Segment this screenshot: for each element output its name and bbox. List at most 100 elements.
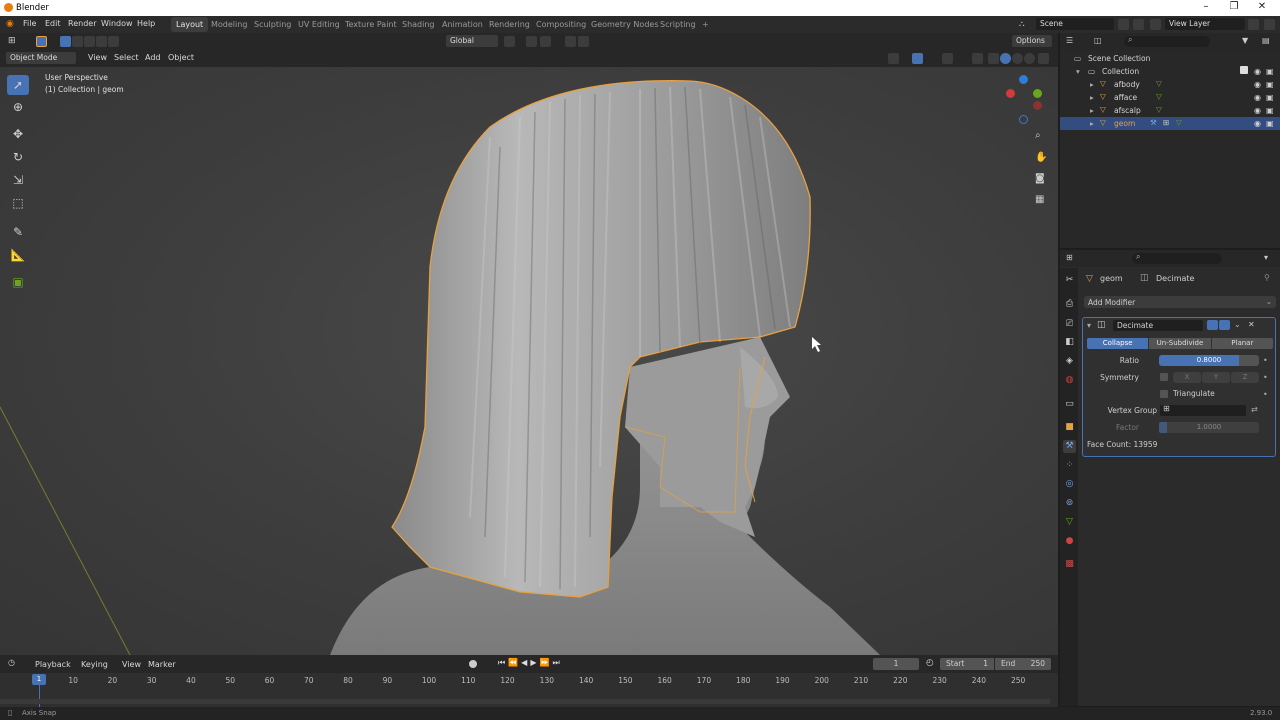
properties-editor-type-icon[interactable]: ⊞ <box>1066 253 1077 264</box>
mode-difference-icon[interactable] <box>96 36 107 47</box>
render-camera-icon[interactable]: ▣ <box>1266 106 1274 115</box>
collapse-panel-icon[interactable]: ▾ <box>1087 321 1091 330</box>
outliner-row-scene-collection[interactable]: ▭ Scene Collection <box>1060 52 1280 65</box>
new-collection-icon[interactable]: ▤ <box>1262 36 1273 47</box>
menu-file[interactable]: File <box>23 19 36 28</box>
preview-range-icon[interactable]: ◴ <box>926 658 934 668</box>
outliner-row-afbody[interactable]: ▸ ▽ afbody ▽ ◉ ▣ <box>1060 78 1280 91</box>
select-box-tool-icon[interactable] <box>36 36 47 47</box>
factor-slider[interactable]: 1.0000 <box>1159 422 1259 433</box>
xray-toggle-icon[interactable] <box>972 53 983 64</box>
tab-animation[interactable]: Animation <box>437 17 488 32</box>
render-camera-icon[interactable]: ▣ <box>1266 93 1274 102</box>
menu-help[interactable]: Help <box>137 19 155 28</box>
snap-target-icon[interactable] <box>540 36 551 47</box>
delete-scene-icon[interactable] <box>1133 19 1144 30</box>
filter-icon[interactable]: ▼ <box>1242 36 1253 47</box>
restore-icon[interactable]: ❐ <box>1224 1 1244 12</box>
tab-geometry-nodes[interactable]: Geometry Nodes <box>586 17 663 32</box>
gizmo-y-axis-icon[interactable] <box>1033 89 1042 98</box>
jump-end-icon[interactable]: ⏭ <box>552 658 562 667</box>
scale-tool-icon[interactable]: ⇲ <box>7 170 29 190</box>
keyframe-dot-icon[interactable]: • <box>1263 356 1268 365</box>
data-tab-icon[interactable]: ▽ <box>1063 516 1076 529</box>
end-frame-field[interactable]: End 250 <box>995 658 1051 670</box>
timeline-editor-type-icon[interactable]: ◷ <box>8 658 19 669</box>
delete-view-layer-icon[interactable] <box>1264 19 1275 30</box>
show-in-viewport-icon[interactable] <box>1207 320 1218 330</box>
outliner-editor-type-icon[interactable]: ☰ <box>1066 36 1077 47</box>
mode-intersect-icon[interactable] <box>108 36 119 47</box>
snap-icon[interactable] <box>526 36 537 47</box>
material-preview-icon[interactable] <box>1012 53 1023 64</box>
view-layer-selector[interactable]: View Layer <box>1165 18 1245 30</box>
collection-tab-icon[interactable]: ▭ <box>1063 398 1076 411</box>
minimize-icon[interactable]: – <box>1196 1 1216 12</box>
exclude-checkbox[interactable] <box>1240 66 1248 74</box>
physics-tab-icon[interactable]: ◎ <box>1063 478 1076 491</box>
shading-options-icon[interactable] <box>1038 53 1049 64</box>
jump-start-icon[interactable]: ⏮ <box>498 658 508 667</box>
scene-tab-icon[interactable]: ◈ <box>1063 355 1076 368</box>
tab-rendering[interactable]: Rendering <box>484 17 535 32</box>
menu-marker[interactable]: Marker <box>148 660 176 669</box>
constraints-tab-icon[interactable]: ⊚ <box>1063 497 1076 510</box>
keyframe-dot-icon[interactable]: • <box>1263 373 1268 382</box>
mode-subtract-icon[interactable] <box>84 36 95 47</box>
menu-select[interactable]: Select <box>114 53 139 62</box>
proportional-edit-icon[interactable] <box>565 36 576 47</box>
tab-sculpting[interactable]: Sculpting <box>249 17 296 32</box>
triangulate-checkbox[interactable] <box>1160 390 1168 398</box>
outliner-search-input[interactable]: ⌕ <box>1124 35 1210 47</box>
add-cube-tool-icon[interactable]: ▣ <box>7 272 29 292</box>
wireframe-shading-icon[interactable] <box>988 53 999 64</box>
play-reverse-icon[interactable]: ◀ <box>521 658 530 667</box>
blender-menu-icon[interactable]: ◉ <box>6 19 14 29</box>
world-tab-icon[interactable]: ◍ <box>1063 374 1076 387</box>
symmetry-axis-z[interactable]: Z <box>1231 372 1259 383</box>
start-frame-field[interactable]: Start 1 <box>940 658 994 670</box>
record-icon[interactable] <box>469 660 477 668</box>
current-frame-field[interactable]: 1 <box>873 658 919 670</box>
scene-selector[interactable]: Scene <box>1036 18 1114 30</box>
tab-texture-paint[interactable]: Texture Paint <box>340 17 402 32</box>
render-camera-icon[interactable]: ▣ <box>1266 119 1274 128</box>
overlays-toggle-icon[interactable] <box>942 53 953 64</box>
menu-add[interactable]: Add <box>145 53 161 62</box>
pivot-point-icon[interactable] <box>504 36 515 47</box>
proportional-falloff-icon[interactable] <box>578 36 589 47</box>
menu-view[interactable]: View <box>88 53 107 62</box>
rotate-tool-icon[interactable]: ↻ <box>7 147 29 167</box>
expand-arrow-icon[interactable]: ▸ <box>1090 106 1094 115</box>
gizmo-x-axis-icon[interactable] <box>1006 89 1015 98</box>
object-mode-dropdown[interactable]: Object Mode <box>6 52 76 64</box>
output-tab-icon[interactable]: ⎚ <box>1063 318 1076 331</box>
tab-uv-editing[interactable]: UV Editing <box>293 17 345 32</box>
visibility-eye-icon[interactable]: ◉ <box>1254 80 1261 89</box>
modifier-name-input[interactable]: Decimate <box>1113 320 1203 331</box>
select-tool-icon[interactable]: ➚ <box>7 75 29 95</box>
particles-tab-icon[interactable]: ⁘ <box>1063 459 1076 472</box>
tab-modeling[interactable]: Modeling <box>206 17 252 32</box>
new-view-layer-icon[interactable] <box>1248 19 1259 30</box>
modifier-menu-chevron-icon[interactable]: ⌄ <box>1234 320 1241 329</box>
visibility-eye-icon[interactable]: ◉ <box>1254 67 1261 76</box>
object-tab-icon[interactable]: ■ <box>1063 421 1076 434</box>
ratio-slider[interactable]: 0.8000 <box>1159 355 1259 366</box>
editor-type-icon[interactable]: ⊞ <box>8 36 19 47</box>
view-layer-tab-icon[interactable]: ◧ <box>1063 336 1076 349</box>
visibility-eye-icon[interactable]: ◉ <box>1254 119 1261 128</box>
expand-arrow-icon[interactable]: ▸ <box>1090 119 1094 128</box>
cursor-tool-icon[interactable]: ⊕ <box>7 97 29 117</box>
outliner-row-afscalp[interactable]: ▸ ▽ afscalp ▽ ◉ ▣ <box>1060 104 1280 117</box>
solid-shading-icon[interactable] <box>1000 53 1011 64</box>
invert-vertex-group-icon[interactable]: ⇄ <box>1251 405 1258 414</box>
render-tab-icon[interactable]: ⎙ <box>1063 298 1076 311</box>
menu-playback[interactable]: Playback <box>35 660 71 669</box>
tab-shading[interactable]: Shading <box>397 17 440 32</box>
display-mode-icon[interactable]: ◫ <box>1094 36 1105 47</box>
annotate-tool-icon[interactable]: ✎ <box>7 222 29 242</box>
mode-planar-button[interactable]: Planar <box>1211 338 1273 349</box>
outliner-row-afface[interactable]: ▸ ▽ afface ▽ ◉ ▣ <box>1060 91 1280 104</box>
gizmo-toggle-icon[interactable] <box>912 53 923 64</box>
